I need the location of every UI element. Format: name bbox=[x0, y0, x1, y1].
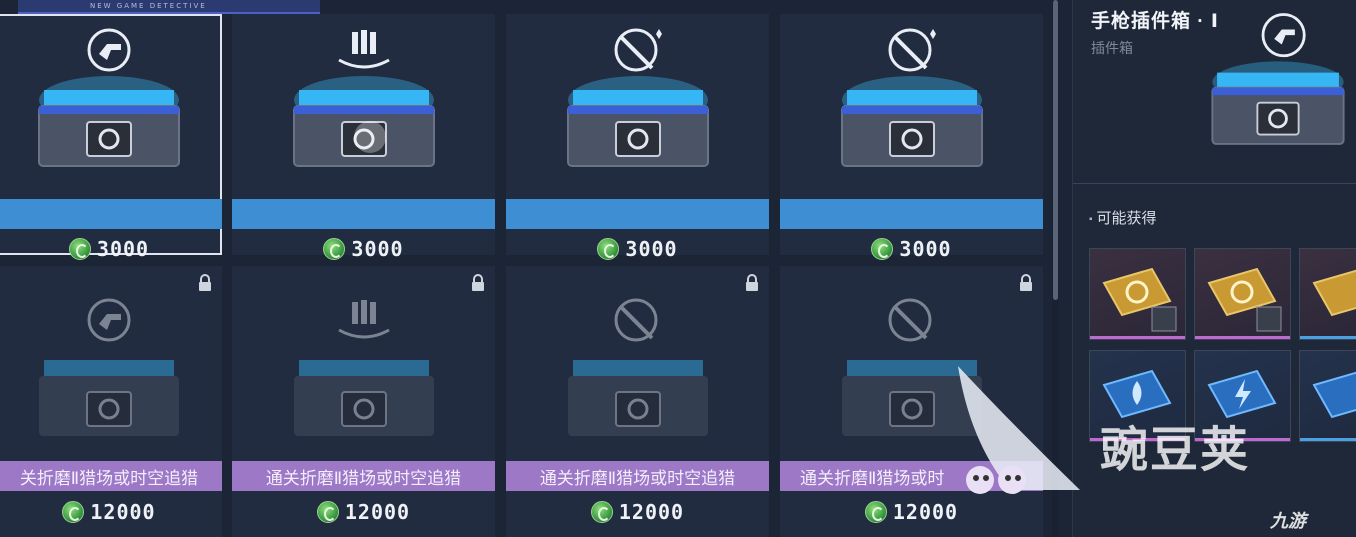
ammo-icon bbox=[293, 300, 434, 436]
buy-bar[interactable] bbox=[506, 199, 769, 229]
watermark-text: 豌豆荚 bbox=[1100, 424, 1251, 477]
box-art bbox=[0, 266, 222, 461]
box-art bbox=[232, 14, 495, 199]
coin-icon bbox=[68, 238, 91, 260]
price-value: 3000 bbox=[625, 237, 678, 261]
coin-icon bbox=[590, 501, 613, 523]
unlock-requirement: 关折磨Ⅱ猎场或时空追猎 bbox=[0, 461, 222, 491]
box-card-locked-pistol[interactable]: 关折磨Ⅱ猎场或时空追猎 12000 bbox=[0, 266, 222, 537]
price-value: 12000 bbox=[90, 500, 156, 524]
lock-icon bbox=[746, 274, 758, 291]
price-display: 12000 bbox=[0, 497, 222, 527]
box-art bbox=[0, 14, 222, 199]
price-display: 3000 bbox=[232, 234, 495, 264]
box-grid: 3000 3000 3000 3000 关折磨Ⅱ猎场或时空追猎 12000 通关… bbox=[0, 0, 1046, 537]
rarity-bar bbox=[1090, 336, 1185, 339]
price-value: 3000 bbox=[351, 237, 404, 261]
ammo-icon bbox=[292, 30, 435, 167]
mod-gold-icon bbox=[1102, 267, 1177, 332]
rifle-icon bbox=[567, 298, 708, 436]
watermark-logo-icon bbox=[958, 366, 1080, 494]
price-display: 12000 bbox=[506, 497, 769, 527]
pistol-icon bbox=[38, 28, 180, 167]
reward-item-gold-2[interactable] bbox=[1194, 248, 1291, 340]
price-value: 12000 bbox=[344, 500, 411, 524]
buy-bar[interactable] bbox=[780, 199, 1043, 229]
buy-bar[interactable] bbox=[0, 199, 222, 229]
watermark-corner-text: 九游 bbox=[1270, 511, 1306, 531]
coin-icon bbox=[316, 501, 339, 523]
box-art bbox=[232, 266, 495, 461]
box-card-pistol-1[interactable]: 3000 bbox=[0, 14, 222, 261]
price-value: 3000 bbox=[899, 237, 952, 261]
mod-gold-icon bbox=[1312, 269, 1356, 317]
price-display: 3000 bbox=[0, 234, 222, 264]
box-card-locked-ammo[interactable]: 通关折磨Ⅱ猎场或时空追猎 12000 bbox=[232, 266, 495, 537]
box-card-rifle-1[interactable]: 3000 bbox=[506, 14, 769, 261]
price-display: 12000 bbox=[232, 497, 495, 527]
coin-icon bbox=[864, 501, 887, 523]
lock-icon bbox=[199, 274, 211, 291]
box-preview-image bbox=[1211, 13, 1345, 145]
mod-blue-icon bbox=[1312, 371, 1356, 419]
rifle-icon bbox=[840, 28, 983, 167]
rarity-bar bbox=[1300, 438, 1356, 441]
lock-icon bbox=[472, 274, 484, 291]
box-card-ammo-1[interactable]: 3000 bbox=[232, 14, 495, 261]
rarity-bar bbox=[1195, 336, 1290, 339]
unlock-requirement: 通关折磨Ⅱ猎场或时空追猎 bbox=[506, 461, 769, 491]
price-value: 12000 bbox=[892, 500, 959, 524]
box-art bbox=[506, 14, 769, 199]
coin-icon bbox=[871, 238, 894, 260]
lock-icon bbox=[1020, 274, 1032, 291]
reward-item-gold-3[interactable] bbox=[1299, 248, 1356, 340]
panel-subtitle: 插件箱 bbox=[1091, 40, 1133, 56]
price-value: 3000 bbox=[96, 237, 150, 261]
box-card-locked-rifle-1[interactable]: 通关折磨Ⅱ猎场或时空追猎 12000 bbox=[506, 266, 769, 537]
rarity-bar bbox=[1300, 336, 1356, 339]
panel-title: 手枪插件箱 · Ⅰ bbox=[1091, 11, 1219, 32]
panel-divider bbox=[1073, 183, 1356, 184]
unlock-requirement: 通关折磨Ⅱ猎场或时空追猎 bbox=[232, 461, 495, 491]
box-art bbox=[780, 14, 1043, 199]
coin-icon bbox=[62, 501, 85, 523]
box-card-rifle-2[interactable]: 3000 bbox=[780, 14, 1043, 261]
pistol-icon bbox=[39, 298, 179, 436]
mod-gold-icon bbox=[1207, 267, 1282, 332]
coin-icon bbox=[323, 238, 346, 260]
box-art bbox=[506, 266, 769, 461]
price-display: 3000 bbox=[506, 234, 769, 264]
reward-item-blue-3[interactable] bbox=[1299, 350, 1356, 442]
rifle-icon bbox=[566, 28, 709, 167]
buy-bar[interactable] bbox=[232, 199, 495, 229]
possible-rewards-label: 可能获得 bbox=[1089, 207, 1157, 228]
price-value: 12000 bbox=[618, 500, 685, 524]
coin-icon bbox=[597, 238, 620, 260]
reward-item-gold-1[interactable] bbox=[1089, 248, 1186, 340]
price-display: 3000 bbox=[780, 234, 1043, 264]
scrollbar-thumb[interactable] bbox=[1053, 0, 1058, 300]
